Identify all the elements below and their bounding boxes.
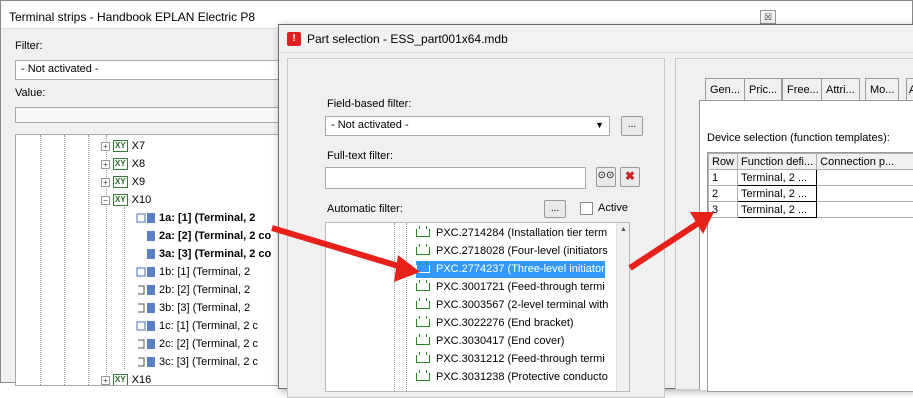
table-row[interactable]: 3 Terminal, 2 ...	[709, 202, 913, 218]
terminal-icon	[136, 284, 156, 296]
plug-icon	[416, 247, 430, 255]
binoculars-icon[interactable]: ⊙⊙	[596, 167, 616, 187]
field-filter-value: - Not activated -	[331, 119, 409, 131]
terminal-icon	[136, 320, 156, 332]
tab-free[interactable]: Free...	[782, 78, 824, 100]
field-filter-more-button[interactable]: ...	[621, 116, 643, 136]
part-item[interactable]: PXC.2718028 (Four-level (initiators	[416, 243, 608, 260]
plug-icon	[416, 319, 430, 327]
part-item[interactable]: PXC.3022276 (End bracket)	[416, 315, 574, 332]
tree-terminal-1c[interactable]: 1c: [1] (Terminal, 2 c	[136, 318, 258, 334]
tab-more[interactable]: A	[906, 78, 913, 100]
tree-node-x9[interactable]: +XYX9	[101, 174, 145, 190]
terminal-icon	[136, 302, 156, 314]
scrollbar[interactable]: ▲	[616, 223, 630, 392]
terminal-icon	[136, 266, 156, 278]
tree-terminal-2c[interactable]: 2c: [2] (Terminal, 2 c	[136, 336, 258, 352]
terminal-icon	[136, 248, 156, 260]
column-header-row[interactable]: Row	[709, 154, 738, 170]
connection-cell[interactable]	[817, 186, 913, 202]
part-item[interactable]: PXC.3030417 (End cover)	[416, 333, 564, 350]
part-item[interactable]: PXC.3031212 (Feed-through termi	[416, 351, 605, 368]
part-item[interactable]: PXC.3001721 (Feed-through termi	[416, 279, 605, 296]
part-item[interactable]: PXC.2714284 (Installation tier term	[416, 225, 607, 242]
function-cell[interactable]: Terminal, 2 ...	[738, 202, 817, 218]
tree-node-x16[interactable]: +XYX16	[101, 372, 151, 386]
filter-label: Filter:	[15, 40, 43, 52]
plug-icon	[416, 265, 430, 273]
terminal-icon	[136, 356, 156, 368]
tree-terminal-3c[interactable]: 3c: [3] (Terminal, 2 c	[136, 354, 258, 370]
plug-icon	[416, 337, 430, 345]
part-item[interactable]: PXC.3003567 (2-level terminal with	[416, 297, 608, 314]
part-item[interactable]: PXC.3031238 (Protective conducto	[416, 369, 608, 386]
table-row[interactable]: 1 Terminal, 2 ...	[709, 170, 913, 186]
field-filter-label: Field-based filter:	[327, 98, 411, 110]
plug-icon	[416, 229, 430, 237]
close-icon[interactable]: ☒	[760, 10, 776, 24]
dialog-titlebar: ! Part selection - ESS_part001x64.mdb	[279, 25, 913, 53]
tree-terminal-3a[interactable]: 3a: [3] (Terminal, 2 co	[136, 246, 271, 262]
device-selection-label: Device selection (function templates):	[707, 132, 890, 144]
part-item-selected[interactable]: PXC.2774237 (Three-level initiator	[416, 261, 605, 278]
clear-filter-icon[interactable]: ✖	[620, 167, 640, 187]
plug-icon	[416, 373, 430, 381]
automatic-filter-more-button[interactable]: ...	[544, 200, 566, 218]
tree-terminal-1a[interactable]: 1a: [1] (Terminal, 2	[136, 210, 255, 226]
active-checkbox[interactable]	[580, 202, 593, 215]
value-label: Value:	[15, 87, 45, 99]
tree-terminal-2a[interactable]: 2a: [2] (Terminal, 2 co	[136, 228, 271, 244]
plug-icon	[416, 301, 430, 309]
connection-cell[interactable]	[817, 202, 913, 218]
terminal-tree[interactable]: +XYX7 +XYX8 +XYX9 −XYX10 1a: [1] (Termin…	[15, 134, 285, 386]
plug-icon	[416, 355, 430, 363]
terminal-icon	[136, 230, 156, 242]
tree-node-x7[interactable]: +XYX7	[101, 138, 145, 154]
function-cell[interactable]: Terminal, 2 ...	[738, 186, 817, 202]
part-selection-dialog: ! Part selection - ESS_part001x64.mdb Fi…	[278, 24, 913, 389]
row-number[interactable]: 1	[709, 170, 738, 186]
tree-terminal-1b[interactable]: 1b: [1] (Terminal, 2	[136, 264, 250, 280]
function-cell[interactable]: Terminal, 2 ...	[738, 170, 817, 186]
value-input[interactable]	[15, 107, 285, 123]
fulltext-filter-label: Full-text filter:	[327, 150, 393, 162]
column-header-connection[interactable]: Connection p...	[817, 154, 913, 170]
column-header-function[interactable]: Function defi...	[738, 154, 817, 170]
tree-node-x8[interactable]: +XYX8	[101, 156, 145, 172]
device-grid[interactable]: Row Function defi... Connection p... 1 T…	[707, 152, 913, 392]
warning-icon: !	[287, 32, 301, 46]
plug-icon	[416, 283, 430, 291]
tree-terminal-2b[interactable]: 2b: [2] (Terminal, 2	[136, 282, 250, 298]
table-row[interactable]: 2 Terminal, 2 ...	[709, 186, 913, 202]
scroll-up-icon[interactable]: ▲	[617, 226, 630, 233]
dialog-title: Part selection - ESS_part001x64.mdb	[307, 32, 508, 46]
chevron-down-icon: ▼	[595, 120, 604, 130]
row-number[interactable]: 2	[709, 186, 738, 202]
active-label: Active	[598, 202, 628, 214]
terminal-icon	[136, 212, 156, 224]
field-filter-select[interactable]: - Not activated - ▼	[325, 116, 610, 136]
tab-mounting[interactable]: Mo...	[865, 78, 899, 100]
tab-general[interactable]: Gen...	[705, 78, 745, 100]
part-list[interactable]: PXC.2714284 (Installation tier term PXC.…	[325, 222, 630, 392]
row-number[interactable]: 3	[709, 202, 738, 218]
automatic-filter-label: Automatic filter:	[327, 203, 403, 215]
tree-terminal-3b[interactable]: 3b: [3] (Terminal, 2	[136, 300, 250, 316]
tab-attributes[interactable]: Attri...	[821, 78, 860, 100]
window-title: Terminal strips - Handbook EPLAN Electri…	[9, 10, 255, 24]
connection-cell[interactable]	[817, 170, 913, 186]
tree-node-x10[interactable]: −XYX10	[101, 192, 151, 208]
tab-prices[interactable]: Pric...	[744, 78, 782, 100]
fulltext-filter-input[interactable]	[325, 167, 586, 189]
filter-select[interactable]: - Not activated -	[15, 60, 285, 80]
terminal-icon	[136, 338, 156, 350]
